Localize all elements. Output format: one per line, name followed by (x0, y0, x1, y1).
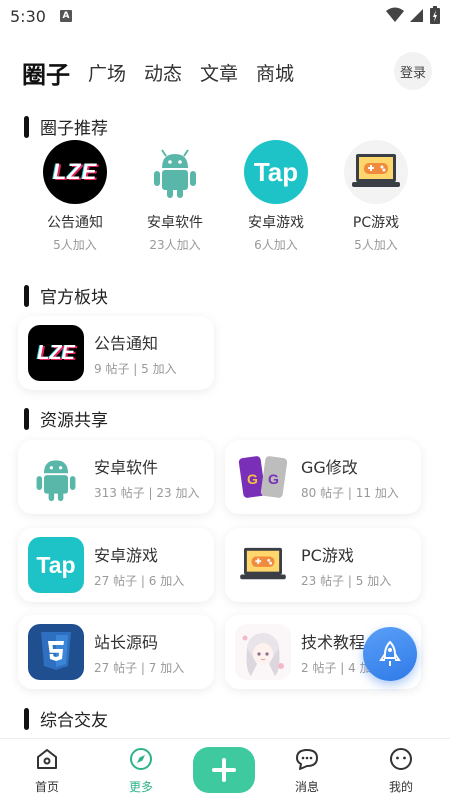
html5-logo-icon (28, 624, 84, 680)
nav-label: 更多 (128, 780, 153, 794)
section-title-official: 官方板块 (24, 283, 108, 308)
resource-card-android-games[interactable]: Tap 安卓游戏 27 帖子 | 6 加入 (18, 528, 214, 602)
tab-articles[interactable]: 文章 (200, 59, 238, 86)
card-title: 安卓游戏 (94, 545, 159, 565)
notification-icon: A (59, 10, 72, 22)
nav-home[interactable]: 首页 (12, 747, 82, 795)
card-stats: 27 帖子 | 6 加入 (94, 573, 185, 588)
lze-logo-icon: LZE (43, 140, 107, 204)
status-icons (386, 6, 440, 24)
recommend-item-android-apps[interactable]: 安卓软件 23人加入 (130, 140, 220, 253)
login-button[interactable]: 登录 (394, 52, 432, 90)
section-bar (24, 284, 29, 307)
taptap-logo-icon: Tap (28, 537, 84, 593)
tab-square[interactable]: 广场 (88, 59, 126, 86)
battery-icon (430, 6, 440, 24)
section-label: 官方板块 (40, 288, 108, 308)
gamepad-laptop-icon (344, 140, 408, 204)
android-robot-icon (143, 140, 207, 204)
lze-logo-text: LZE (37, 341, 75, 364)
card-stats: 80 帖子 | 11 加入 (301, 485, 399, 500)
nav-label: 我的 (388, 780, 413, 794)
taptap-logo-text: Tap (253, 156, 299, 187)
top-nav: 圈子 广场 动态 文章 商城 登录 (22, 52, 432, 92)
nav-label: 消息 (294, 780, 319, 794)
tab-circle[interactable]: 圈子 (22, 55, 70, 90)
section-bar (24, 407, 29, 430)
taptap-logo-text: Tap (36, 551, 76, 578)
recommend-item-name: 安卓游戏 (248, 215, 304, 231)
anime-girl-avatar-icon (235, 624, 291, 680)
resource-card-source-code[interactable]: 站长源码 27 帖子 | 7 加入 (18, 615, 214, 689)
section-title-resources: 资源共享 (24, 406, 108, 431)
recommend-item-android-games[interactable]: Tap 安卓游戏 6人加入 (231, 140, 321, 253)
card-stats: 9 帖子 | 5 加入 (94, 361, 177, 376)
add-post-button[interactable] (193, 747, 255, 793)
signal-icon (410, 9, 423, 22)
tab-dynamics[interactable]: 动态 (144, 59, 182, 86)
recommend-item-count: 6人加入 (254, 238, 298, 252)
bottom-nav: 首页 更多 消息 我的 (0, 738, 450, 800)
gg-logo-letter: G (268, 471, 279, 487)
recommend-item-announcement[interactable]: LZE 公告通知 5人加入 (30, 140, 120, 253)
wifi-icon (386, 7, 404, 22)
recommend-item-pc-games[interactable]: PC游戏 5人加入 (331, 140, 421, 253)
card-title: 安卓软件 (94, 457, 159, 477)
home-icon (37, 749, 57, 769)
rocket-button[interactable] (363, 627, 417, 681)
card-stats: 23 帖子 | 5 加入 (301, 573, 392, 588)
official-card-announcement[interactable]: LZE 公告通知 9 帖子 | 5 加入 (18, 316, 214, 390)
recommend-item-count: 5人加入 (53, 238, 97, 252)
android-robot-icon (28, 449, 84, 505)
section-bar (24, 707, 29, 730)
recommend-item-count: 23人加入 (149, 238, 201, 252)
section-bar (24, 115, 29, 138)
resource-card-gg-modify[interactable]: GG GG修改 80 帖子 | 11 加入 (225, 440, 421, 514)
recommend-item-name: 公告通知 (47, 215, 103, 231)
chat-bubble-icon (296, 749, 318, 770)
plus-icon (212, 758, 236, 782)
nav-more[interactable]: 更多 (106, 747, 176, 795)
status-time: 5:30 (10, 6, 46, 26)
section-title-social: 综合交友 (24, 706, 108, 731)
card-title: 站长源码 (94, 632, 159, 652)
tab-shop[interactable]: 商城 (256, 59, 294, 86)
recommend-item-count: 5人加入 (354, 238, 398, 252)
rocket-icon (379, 641, 401, 666)
gg-logo-icon: GG (235, 449, 291, 505)
section-label: 综合交友 (40, 711, 108, 731)
card-title: 公告通知 (94, 333, 159, 353)
section-title-recommend: 圈子推荐 (24, 114, 108, 139)
resource-card-android-apps[interactable]: 安卓软件 313 帖子 | 23 加入 (18, 440, 214, 514)
card-stats: 313 帖子 | 23 加入 (94, 485, 200, 500)
nav-label: 首页 (34, 780, 59, 794)
nav-profile[interactable]: 我的 (366, 747, 436, 795)
card-title: PC游戏 (301, 545, 354, 565)
card-title: GG修改 (301, 457, 358, 477)
status-bar: 5:30 A (0, 0, 450, 32)
compass-icon (130, 748, 152, 770)
nav-messages[interactable]: 消息 (272, 747, 342, 795)
section-label: 圈子推荐 (40, 119, 108, 139)
gg-logo-letter: G (247, 471, 258, 487)
taptap-logo-icon: Tap (244, 140, 308, 204)
card-stats: 27 帖子 | 7 加入 (94, 660, 185, 675)
gamepad-laptop-icon (235, 537, 291, 593)
recommend-item-name: PC游戏 (352, 215, 400, 231)
lze-logo-text: LZE (52, 159, 98, 184)
lze-logo-icon: LZE (28, 325, 84, 381)
section-label: 资源共享 (40, 411, 108, 431)
resource-card-pc-games[interactable]: PC游戏 23 帖子 | 5 加入 (225, 528, 421, 602)
recommend-item-name: 安卓软件 (147, 215, 203, 231)
smiley-icon (390, 748, 412, 770)
